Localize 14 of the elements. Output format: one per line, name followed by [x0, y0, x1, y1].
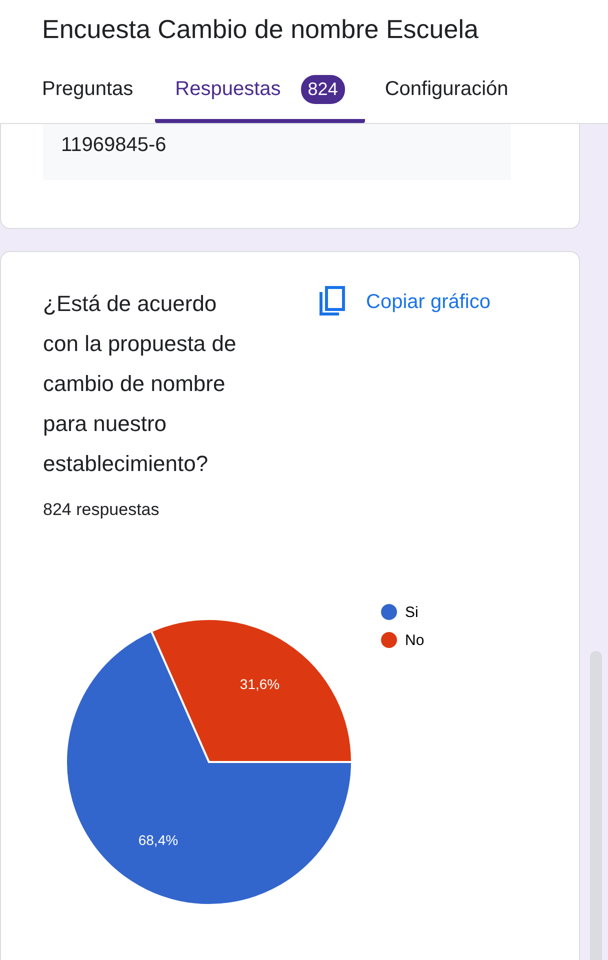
slice-label: 68,4%	[138, 832, 178, 848]
legend-label: Si	[405, 604, 418, 620]
copy-icon	[318, 286, 346, 318]
response-count: 824 respuestas	[43, 500, 160, 520]
question-text: ¿Está de acuerdo con la propuesta de cambio de nombre para nuestro establecimiento?	[43, 290, 238, 478]
legend-label: No	[405, 632, 424, 648]
form-title: Encuesta Cambio de nombre Escuela	[41, 13, 480, 46]
tab[interactable]: Preguntas	[0, 60, 156, 123]
slice-label: 31,6%	[240, 676, 280, 692]
copy-chart-button[interactable]: Copiar gráfico	[318, 286, 491, 318]
tab[interactable]: Configuración	[364, 60, 528, 123]
answer-field: 11969845-6	[43, 124, 511, 180]
scrollbar[interactable]	[590, 651, 602, 960]
count-badge: 824	[300, 75, 345, 104]
